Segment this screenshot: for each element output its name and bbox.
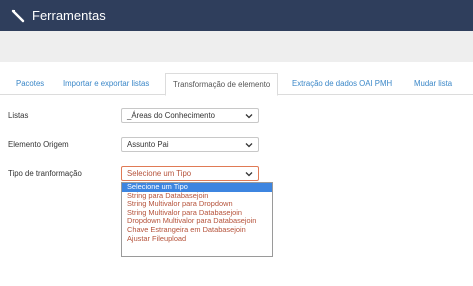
tab-pacotes[interactable]: Pacotes bbox=[16, 73, 44, 95]
elemento-origem-label: Elemento Origem bbox=[8, 140, 69, 149]
tab-mudar-lista[interactable]: Mudar lista bbox=[414, 73, 452, 95]
tipo-transformacao-label: Tipo de tranformação bbox=[8, 169, 82, 178]
dropdown-option[interactable]: Ajustar Fileupload bbox=[122, 234, 272, 244]
tab-importar-exportar-listas[interactable]: Importar e exportar listas bbox=[63, 73, 149, 95]
tipo-transformacao-select-value: Selecione um Tipo bbox=[127, 169, 192, 178]
chevron-down-icon bbox=[245, 143, 253, 148]
toolbar-strip bbox=[0, 31, 473, 62]
elemento-origem-select[interactable]: Assunto Pai bbox=[121, 137, 259, 152]
top-bar: Ferramentas bbox=[0, 0, 473, 31]
tab-transformacao-de-elemento[interactable]: Transformação de elemento bbox=[165, 73, 279, 96]
page-title: Ferramentas bbox=[32, 8, 106, 23]
listas-select[interactable]: _Áreas do Conhecimento bbox=[121, 108, 259, 123]
tipo-transformacao-dropdown: Selecione um Tipo String para Databasejo… bbox=[121, 182, 273, 257]
wrench-icon bbox=[11, 9, 25, 22]
chevron-down-icon bbox=[245, 114, 253, 119]
listas-select-value: _Áreas do Conhecimento bbox=[127, 111, 215, 120]
tab-extracao-dados-oai-pmh[interactable]: Extração de dados OAI PMH bbox=[292, 73, 392, 95]
chevron-down-icon bbox=[245, 172, 253, 177]
elemento-origem-select-value: Assunto Pai bbox=[127, 140, 169, 149]
listas-label: Listas bbox=[8, 111, 29, 120]
tipo-transformacao-select[interactable]: Selecione um Tipo bbox=[121, 166, 259, 181]
tab-bar: Pacotes Importar e exportar listas Trans… bbox=[0, 73, 473, 96]
